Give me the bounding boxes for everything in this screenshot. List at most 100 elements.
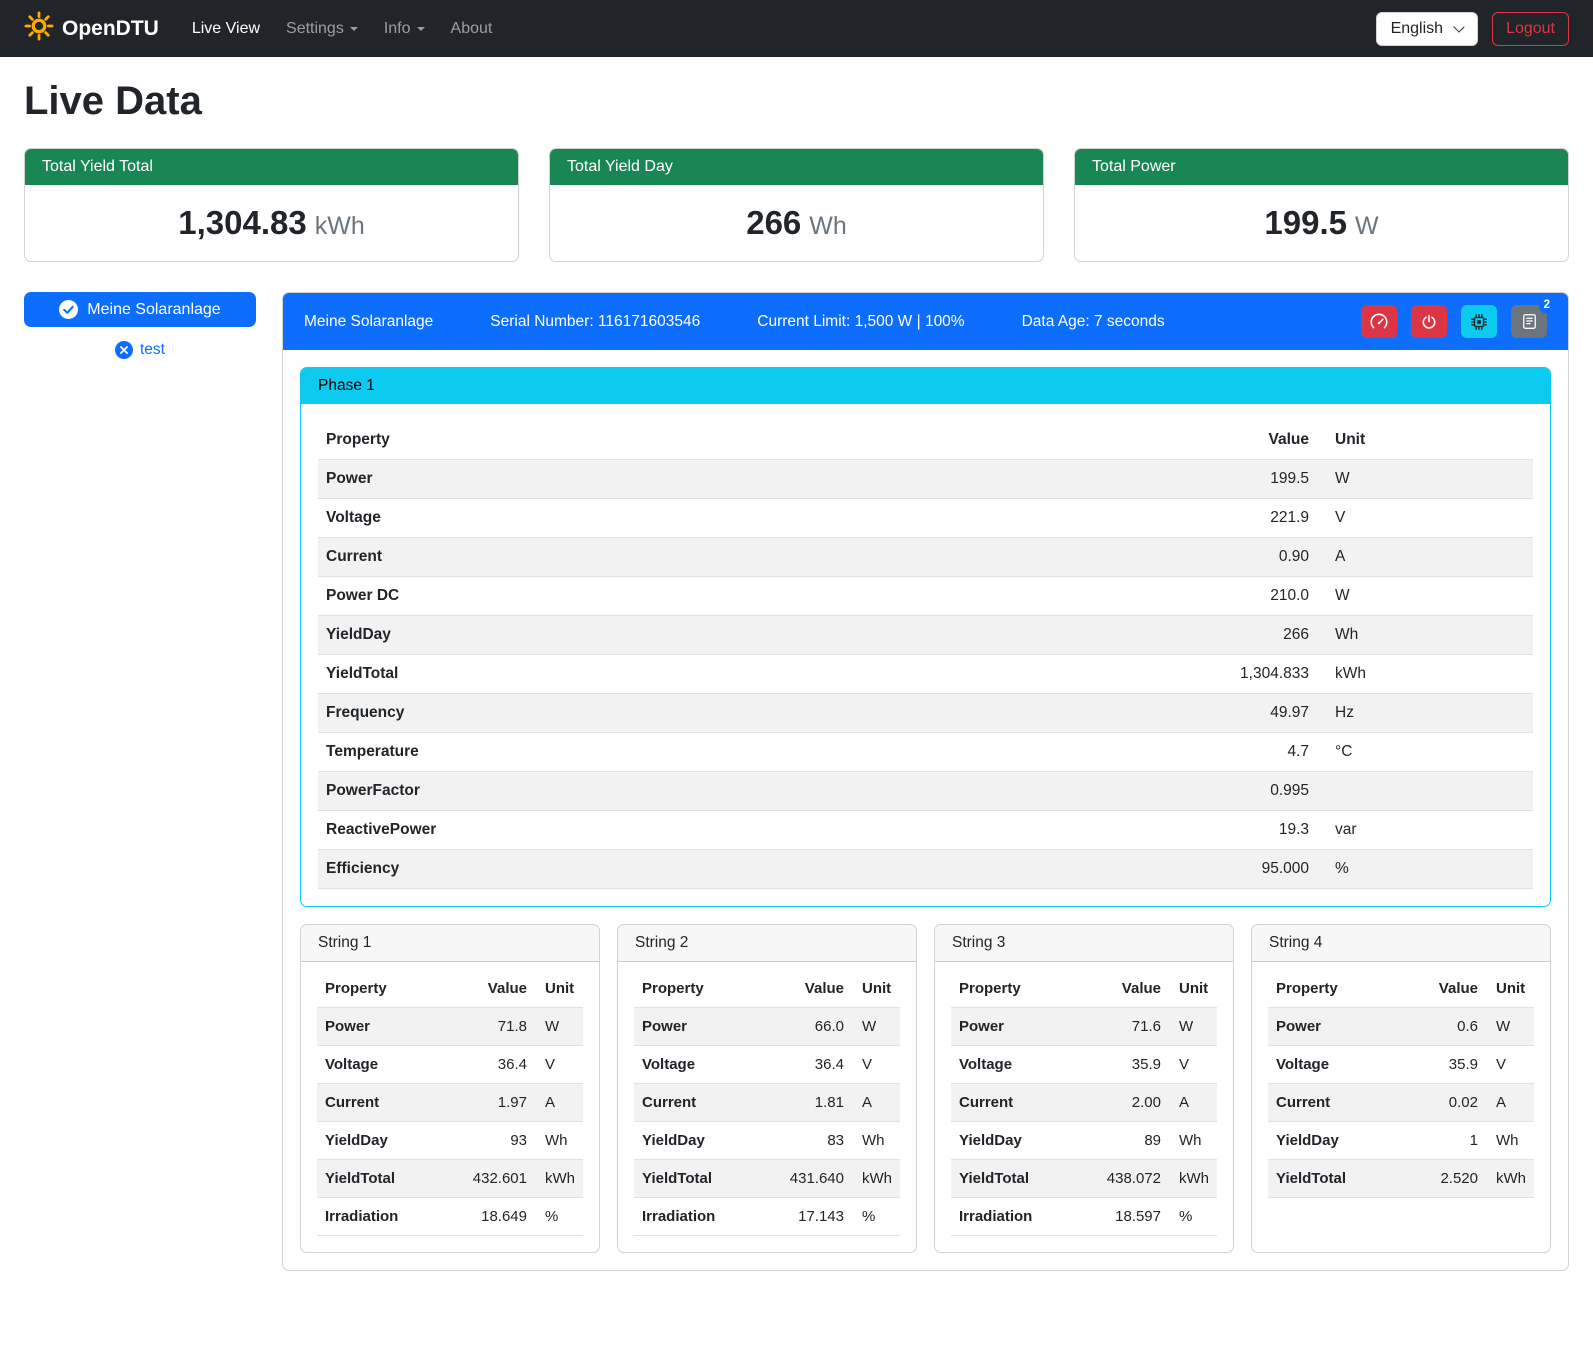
unit-cell: V [1317,499,1533,538]
header-property: Property [317,970,465,1008]
unit-cell: kWh [1169,1160,1217,1198]
property-cell: Current [317,1084,465,1122]
value-cell: 199.5 [1187,460,1317,499]
property-cell: Irradiation [634,1198,782,1236]
nav-info-label: Info [384,20,411,37]
table-row: Irradiation18.649% [317,1198,583,1236]
property-cell: Power [951,1008,1099,1046]
strings-row: String 1 Property Value Unit [300,924,1551,1253]
card-body: 1,304.83kWh [25,185,518,261]
unit-cell: kWh [1486,1160,1534,1198]
value-cell: 1.97 [465,1084,535,1122]
unit-cell: W [1169,1008,1217,1046]
table-row: Efficiency95.000% [318,850,1533,889]
string-table-body: Power71.6WVoltage35.9VCurrent2.00AYieldD… [951,1008,1217,1236]
table-row: Voltage35.9V [951,1046,1217,1084]
header-unit: Unit [852,970,900,1008]
string-card-title: String 1 [301,925,599,962]
property-cell: Voltage [634,1046,782,1084]
table-row: Frequency49.97Hz [318,694,1533,733]
unit-cell: V [535,1046,583,1084]
card-body: 199.5W [1075,185,1568,261]
table-row: Current2.00A [951,1084,1217,1122]
table-header: Property Value Unit [317,970,583,1008]
table-row: YieldTotal438.072kWh [951,1160,1217,1198]
table-header: Property Value Unit [318,421,1533,460]
value-cell: 35.9 [1420,1046,1486,1084]
table-row: Power DC210.0W [318,577,1533,616]
property-cell: YieldDay [1268,1122,1420,1160]
value-cell: 66.0 [782,1008,852,1046]
phase-card-title: Phase 1 [301,368,1550,404]
value-cell: 36.4 [465,1046,535,1084]
property-cell: YieldDay [318,616,1187,655]
x-circle-icon [115,341,133,359]
property-cell: Power [318,460,1187,499]
string-table: Property Value Unit Power71.6WVoltage35.… [951,970,1217,1236]
logout-button[interactable]: Logout [1492,12,1569,46]
unit-cell: kWh [1317,655,1533,694]
device-info-button[interactable] [1461,305,1497,338]
content-row: Meine Solaranlage test Meine Solaranlage… [24,292,1569,1271]
inverter-select-button[interactable]: Meine Solaranlage [24,292,256,327]
value-cell: 35.9 [1099,1046,1169,1084]
event-log-button[interactable]: 2 [1511,305,1547,338]
table-row: Voltage35.9V [1268,1046,1534,1084]
table-row: YieldTotal2.520kWh [1268,1160,1534,1198]
card-total-power: Total Power 199.5W [1074,148,1569,262]
nav-about[interactable]: About [438,12,506,46]
header-value: Value [1187,421,1317,460]
value-cell: 2.00 [1099,1084,1169,1122]
table-row: Power71.6W [951,1008,1217,1046]
string-card-body: Property Value Unit Power0.6WVoltage35.9… [1252,962,1550,1214]
brand-label: OpenDTU [62,17,159,41]
table-header-row: Property Value Unit [951,970,1217,1008]
value-cell: 18.649 [465,1198,535,1236]
header-value: Value [782,970,852,1008]
header-property: Property [634,970,782,1008]
limit-settings-button[interactable] [1361,305,1397,338]
table-row: Irradiation17.143% [634,1198,900,1236]
sidebar-item-test[interactable]: test [24,341,256,359]
value-cell: 18.597 [1099,1198,1169,1236]
check-circle-icon [59,300,78,319]
unit-cell: Wh [535,1122,583,1160]
value-cell: 1.81 [782,1084,852,1122]
nav-settings[interactable]: Settings [273,12,371,46]
table-header-row: Property Value Unit [317,970,583,1008]
value-cell: 432.601 [465,1160,535,1198]
table-header: Property Value Unit [634,970,900,1008]
value-cell: 71.8 [465,1008,535,1046]
property-cell: Current [1268,1084,1420,1122]
phase-table: Property Value Unit Power199.5WVoltage22… [318,421,1533,889]
string-table: Property Value Unit Power71.8WVoltage36.… [317,970,583,1236]
header-property: Property [318,421,1187,460]
string-card-title: String 3 [935,925,1233,962]
unit-cell: kWh [852,1160,900,1198]
caret-down-icon [350,27,358,31]
header-value: Value [465,970,535,1008]
gauge-icon [1370,313,1388,331]
unit-cell: V [1486,1046,1534,1084]
card-title: Total Yield Day [550,149,1043,185]
unit-cell: A [1169,1084,1217,1122]
language-select[interactable]: English [1376,12,1478,46]
inverter-sidebar: Meine Solaranlage test [24,292,256,359]
power-control-button[interactable] [1411,305,1447,338]
table-row: Power66.0W [634,1008,900,1046]
property-cell: Voltage [318,499,1187,538]
unit-cell: var [1317,811,1533,850]
brand[interactable]: OpenDTU [24,11,159,47]
unit-cell: V [1169,1046,1217,1084]
card-unit: kWh [315,212,365,240]
unit-cell: Wh [852,1122,900,1160]
property-cell: Current [634,1084,782,1122]
string-table-body: Power66.0WVoltage36.4VCurrent1.81AYieldD… [634,1008,900,1236]
value-cell: 1 [1420,1122,1486,1160]
chevron-down-icon [1453,21,1464,32]
nav-info[interactable]: Info [371,12,438,46]
value-cell: 1,304.833 [1187,655,1317,694]
nav-live-view[interactable]: Live View [179,12,273,46]
value-cell: 438.072 [1099,1160,1169,1198]
nav-settings-label: Settings [286,20,344,37]
